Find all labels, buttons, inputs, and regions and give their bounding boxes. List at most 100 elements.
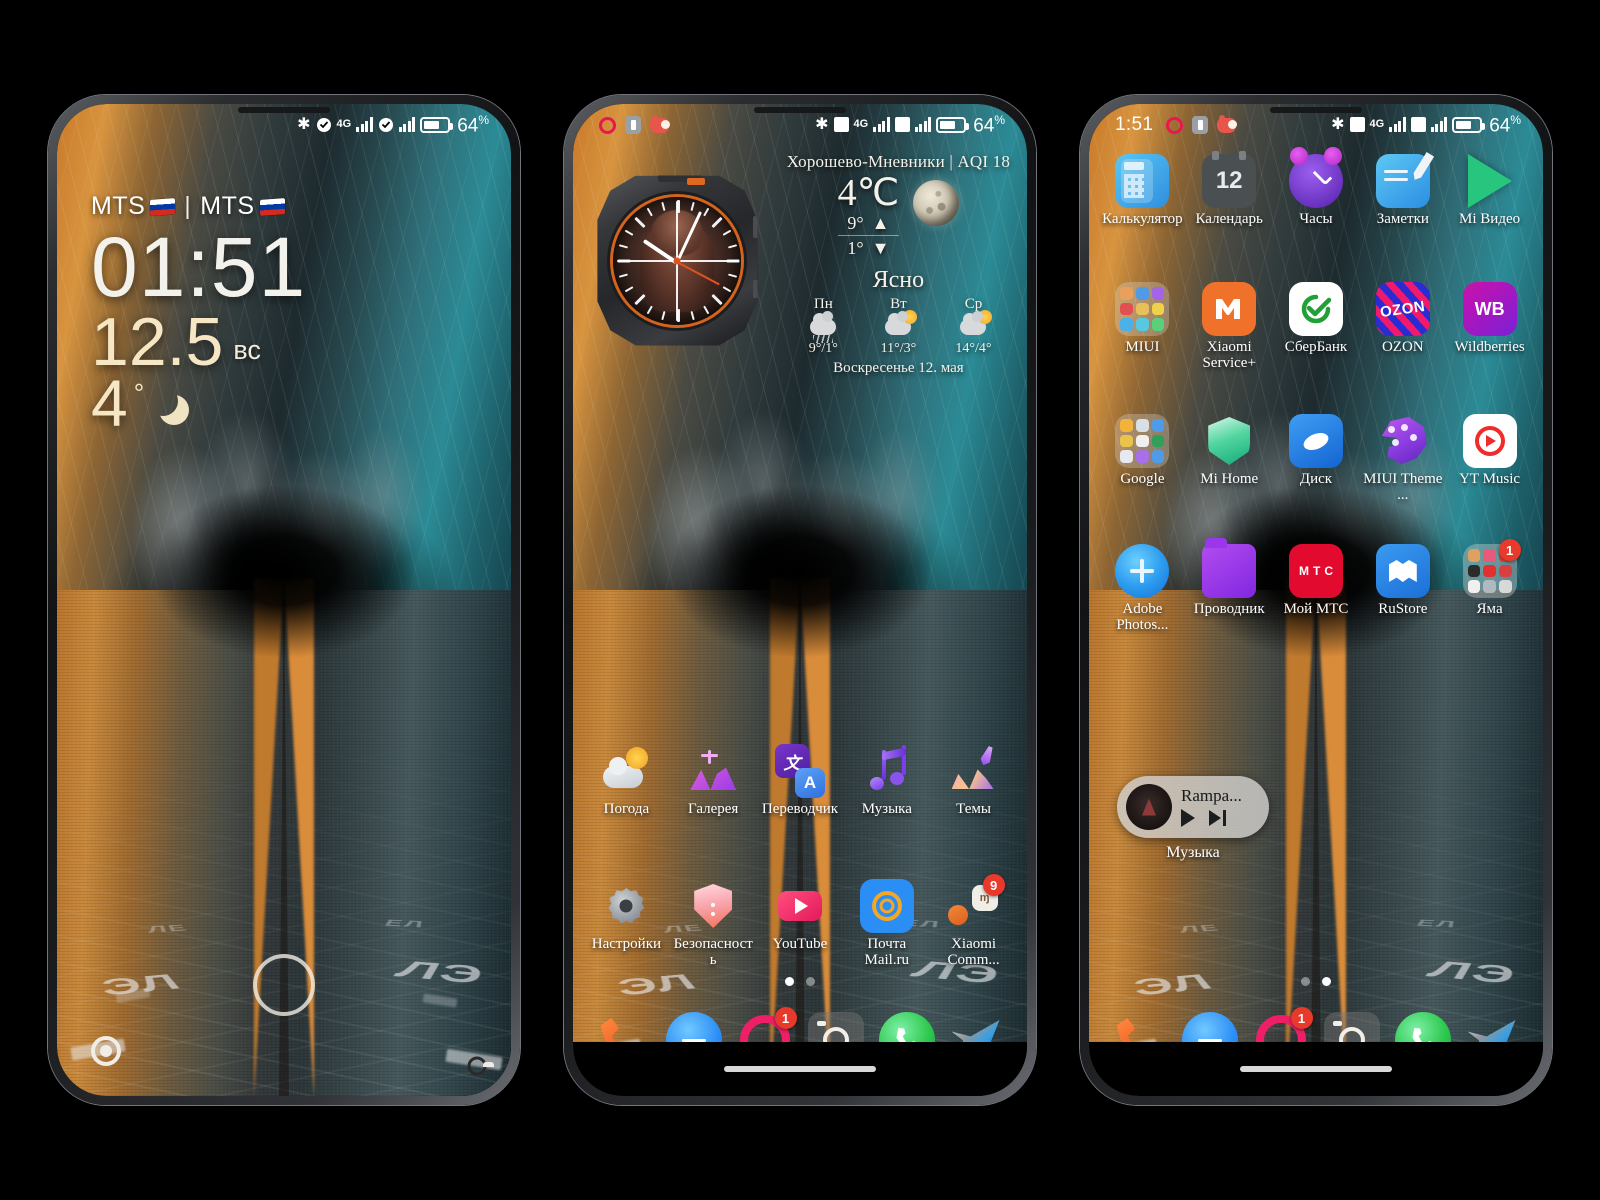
folder-google[interactable]: Google xyxy=(1099,414,1186,504)
page-dot-2[interactable] xyxy=(806,977,815,986)
statusbar-right-group-3: ✱ 4G 64% xyxy=(1331,113,1521,137)
app-rustore[interactable]: RuStore xyxy=(1359,544,1446,634)
app-translate[interactable]: 文A Переводчик xyxy=(757,744,844,818)
mts-letter-s: С xyxy=(1324,564,1333,578)
piggy-icon xyxy=(650,114,670,133)
weather-widget[interactable]: Хорошево-Мневники | AQI 18 4℃ 9° ▲ 1° ▼ … xyxy=(782,146,1027,376)
app-label: Mi Home xyxy=(1200,471,1259,487)
app-weather[interactable]: Погода xyxy=(583,744,670,818)
app-security[interactable]: Безопасность xyxy=(670,879,757,969)
battery-saver-icon-2 xyxy=(1192,116,1209,134)
page-dot-1[interactable] xyxy=(785,977,794,986)
app-yt-music[interactable]: YT Music xyxy=(1446,414,1533,504)
app-label: Галерея xyxy=(688,801,739,817)
app-youtube[interactable]: YouTube xyxy=(757,879,844,969)
vpn-icon xyxy=(316,117,332,133)
weather-full-date: Воскресенье 12. мая xyxy=(833,360,964,376)
play-icon[interactable] xyxy=(1181,809,1195,827)
app-calculator[interactable]: Калькулятор xyxy=(1099,154,1186,228)
phone-2-screen[interactable]: ЛЕ ЕЛ ЭЛ ЛЭ ✱ 4G 64% Хорошево-Мневники |… xyxy=(573,104,1027,1096)
phone-2-app-grid-row2: Настройки Безопасность YouTube Почта Mai… xyxy=(573,874,1027,969)
app-label: Mi Видео xyxy=(1459,211,1521,227)
app-wildberries[interactable]: WB Wildberries xyxy=(1446,282,1533,372)
lockscreen-temperature: 4 xyxy=(91,365,128,440)
app-adobe-photoshop-express[interactable]: Adobe Photos... xyxy=(1099,544,1186,634)
page-dot-1[interactable] xyxy=(1301,977,1310,986)
home-gesture-pill[interactable] xyxy=(724,1066,876,1072)
app-label: Часы xyxy=(1299,211,1333,227)
app-label: Adobe Photos... xyxy=(1116,601,1169,633)
app-xiaomi-community[interactable]: ɱ 9 Xiaomi Comm... xyxy=(930,874,1017,969)
weather-location: Хорошево-Мневники | AQI 18 xyxy=(786,152,1011,171)
app-row: Google Mi Home Диск MIUI Theme ... YT Mu… xyxy=(1099,414,1533,504)
music-widget-pill[interactable]: Rampa... xyxy=(1117,776,1269,838)
forecast-day: Пн 9°/1° xyxy=(786,296,860,357)
analog-watch-widget[interactable] xyxy=(573,146,782,371)
phone-2-app-grid: Погода Галерея 文A Переводчик Музыка Темы xyxy=(573,744,1027,818)
carrier-2: MTS xyxy=(200,192,285,221)
youtube-music-app-icon xyxy=(1462,414,1517,468)
app-miui-theme-editor[interactable]: MIUI Theme ... xyxy=(1359,414,1446,504)
settings-app-icon xyxy=(599,879,653,933)
app-my-mts[interactable]: М Т С Мой МТС xyxy=(1273,544,1360,634)
unlock-ring[interactable] xyxy=(253,954,315,1016)
bluetooth-icon: ✱ xyxy=(297,115,311,133)
phone-1-bezel: ЛЕ ЕЛ ЭЛ ЛЭ ✱ 4G 64% MTS | MTS 01:51 12.… xyxy=(57,104,511,1096)
phone-3-app-row-2: MIUI Xiaomi Service+ СберБанк OZON OZON … xyxy=(1089,282,1543,372)
app-yandex-disk[interactable]: Диск xyxy=(1273,414,1360,504)
app-label: СберБанк xyxy=(1284,339,1348,355)
app-themes[interactable]: Темы xyxy=(930,744,1017,818)
page-dot-2[interactable] xyxy=(1322,977,1331,986)
app-label: OZON xyxy=(1381,339,1424,355)
statusbar-clock: 1:51 xyxy=(1115,114,1154,135)
app-gallery[interactable]: Галерея xyxy=(670,744,757,818)
app-music[interactable]: Музыка xyxy=(843,744,930,818)
4g-icon: 4G xyxy=(336,118,352,131)
app-settings[interactable]: Настройки xyxy=(583,879,670,969)
yama-folder-icon: 1 xyxy=(1462,539,1521,598)
music-player-widget[interactable]: Rampa... Музыка xyxy=(1117,776,1269,862)
music-app-icon xyxy=(860,744,914,798)
folder-miui[interactable]: MIUI xyxy=(1099,282,1186,372)
app-file-manager[interactable]: Проводник xyxy=(1186,538,1273,634)
watch-body xyxy=(597,175,758,346)
sberbank-app-icon xyxy=(1288,282,1343,336)
app-ozon[interactable]: OZON OZON xyxy=(1359,282,1446,372)
gallery-app-icon xyxy=(686,744,740,798)
adobe-photoshop-express-app-icon xyxy=(1115,544,1170,598)
app-calendar[interactable]: 12 Календарь xyxy=(1186,151,1273,228)
watch-dial xyxy=(613,196,742,325)
phone-3-app-row-4: Adobe Photos... Проводник М Т С Мой МТС … xyxy=(1089,538,1543,634)
app-label: MIUI Theme ... xyxy=(1363,471,1443,503)
phone-1-screen[interactable]: ЛЕ ЕЛ ЭЛ ЛЭ ✱ 4G 64% MTS | MTS 01:51 12.… xyxy=(57,104,511,1096)
lockscreen-info-block: MTS | MTS 01:51 12.5 вс 4 ° xyxy=(91,192,306,436)
app-mailru[interactable]: Почта Mail.ru xyxy=(843,879,930,969)
next-track-icon[interactable] xyxy=(1209,810,1226,826)
calculator-app-icon xyxy=(1115,154,1170,208)
yandex-disk-app-icon xyxy=(1288,414,1343,468)
assistant-shortcut-button[interactable] xyxy=(91,1036,121,1066)
page-indicator-3[interactable] xyxy=(1089,977,1543,986)
battery-percent-label-2: 64% xyxy=(973,112,1005,137)
app-label: Калькулятор xyxy=(1102,211,1183,227)
app-mi-home[interactable]: Mi Home xyxy=(1186,414,1273,504)
app-clock[interactable]: Часы xyxy=(1273,147,1360,228)
bluetooth-icon-2: ✱ xyxy=(815,115,829,133)
page-indicator[interactable] xyxy=(573,977,1027,986)
app-sberbank[interactable]: СберБанк xyxy=(1273,282,1360,372)
folder-yama[interactable]: 1 Яма xyxy=(1446,539,1533,634)
app-label: Диск xyxy=(1299,471,1333,487)
app-label: Мой МТС xyxy=(1283,601,1349,617)
phone-3-screen[interactable]: ЛЕ ЕЛ ЭЛ ЛЭ 1:51 ✱ 4G 64% Калькулятор 12… xyxy=(1089,104,1543,1096)
app-mi-video[interactable]: Mi Видео xyxy=(1446,154,1533,228)
app-row-1: Погода Галерея 文A Переводчик Музыка Темы xyxy=(583,744,1017,818)
sim-icon-4 xyxy=(1410,117,1426,133)
app-label: Google xyxy=(1120,471,1165,487)
app-xiaomi-service[interactable]: Xiaomi Service+ xyxy=(1186,282,1273,372)
app-label: Музыка xyxy=(861,801,912,817)
forecast-day-name: Ср xyxy=(964,296,983,312)
home-gesture-pill-3[interactable] xyxy=(1240,1066,1392,1072)
app-notes[interactable]: Заметки xyxy=(1359,154,1446,228)
screenshot-stage: ЛЕ ЕЛ ЭЛ ЛЭ ✱ 4G 64% MTS | MTS 01:51 12.… xyxy=(0,0,1600,1200)
music-widget-label: Музыка xyxy=(1166,844,1220,861)
